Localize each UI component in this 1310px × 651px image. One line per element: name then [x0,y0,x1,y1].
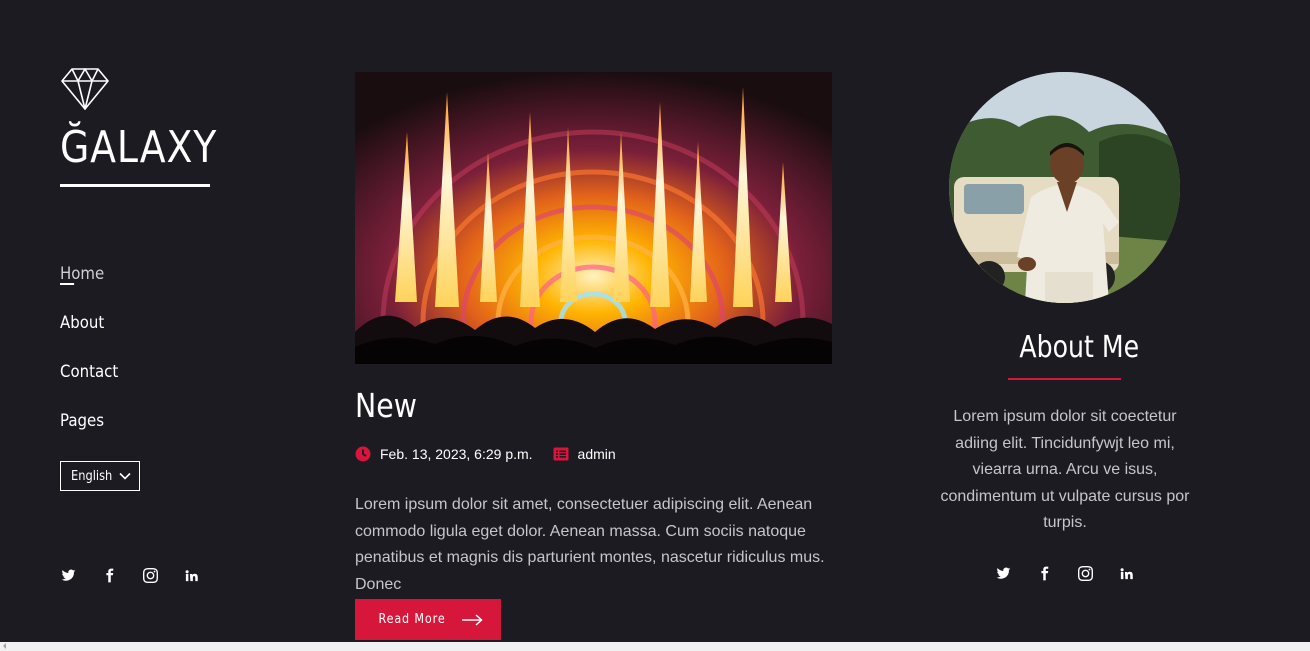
social-links-about [995,565,1159,581]
about-heading: About Me [1008,328,1139,368]
list-icon [553,447,569,461]
clock-icon [355,446,371,462]
instagram-icon[interactable] [1077,565,1093,581]
instagram-icon[interactable] [142,567,158,583]
logo-underline [60,184,210,187]
linkedin-icon[interactable] [183,567,199,583]
diamond-icon [61,68,109,110]
page: ĞALAXY Home About Contact Pages English [0,0,1310,651]
read-more-label: Read More [378,612,446,627]
main-nav: Home About Contact Pages [60,260,126,456]
avatar [949,72,1180,303]
facebook-icon[interactable] [1036,565,1052,581]
language-select[interactable]: English [60,461,140,491]
nav-item-about[interactable]: About [60,309,118,358]
post-author[interactable]: admin [578,446,616,462]
nav-item-home[interactable]: Home [60,260,118,309]
linkedin-icon[interactable] [1118,565,1134,581]
nav-item-pages[interactable]: Pages [60,407,118,456]
post-featured-image[interactable] [355,72,832,364]
arrow-right-icon [462,613,483,626]
post-title[interactable]: New [355,383,417,429]
twitter-icon[interactable] [60,567,76,583]
post-meta: Feb. 13, 2023, 6:29 p.m. admin [355,446,616,462]
active-indicator [60,283,75,285]
nav-item-label: Pages [60,411,105,431]
horizontal-scrollbar[interactable] [0,642,1310,651]
nav-item-label: About [60,313,105,333]
chevron-down-icon [119,472,131,480]
scroll-left-icon[interactable] [3,643,6,649]
about-heading-underline [1008,378,1121,380]
about-text: Lorem ipsum dolor sit coectetur adiing e… [940,408,1190,531]
brand-logo-text[interactable]: ĞALAXY [60,118,217,178]
language-select-value: English [71,468,113,484]
about-heading-text: About Me [1019,330,1140,365]
post-date: Feb. 13, 2023, 6:29 p.m. [380,446,533,462]
social-links-sidebar [60,567,224,583]
nav-item-contact[interactable]: Contact [60,358,118,407]
facebook-icon[interactable] [101,567,117,583]
read-more-button[interactable]: Read More [355,599,501,640]
nav-item-label: Contact [60,362,119,382]
twitter-icon[interactable] [995,565,1011,581]
nav-item-label: Home [60,264,105,284]
post-excerpt: Lorem ipsum dolor sit amet, consectetuer… [355,496,825,593]
